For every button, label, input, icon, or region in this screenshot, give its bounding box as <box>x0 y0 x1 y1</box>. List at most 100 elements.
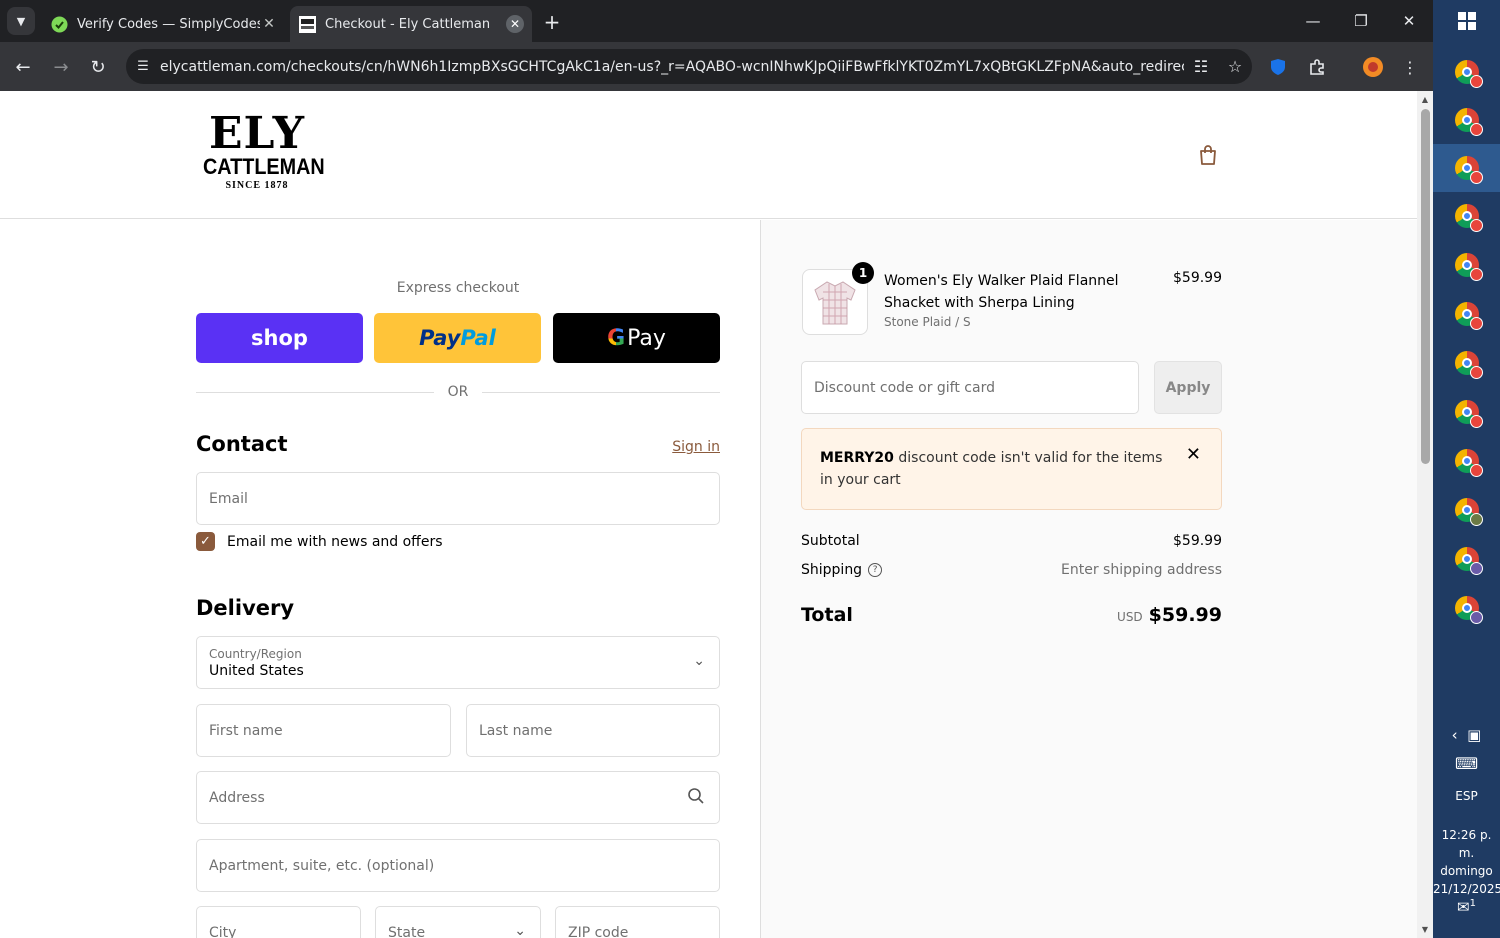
first-name-input[interactable] <box>209 722 438 739</box>
start-button[interactable] <box>1433 0 1500 42</box>
url-text[interactable]: elycattleman.com/checkouts/cn/hWN6h1Izmp… <box>160 59 1184 75</box>
apply-discount-button[interactable]: Apply <box>1154 361 1222 414</box>
or-label: OR <box>447 384 469 400</box>
express-checkout-label: Express checkout <box>396 280 520 296</box>
scroll-up-icon[interactable]: ▲ <box>1420 95 1430 104</box>
product-price: $59.99 <box>1173 270 1222 286</box>
first-name-field[interactable] <box>196 704 451 757</box>
profile-avatar-icon[interactable] <box>1360 54 1386 80</box>
chrome-icon <box>1454 596 1483 624</box>
country-select[interactable]: Country/Region United States ⌄ <box>196 636 720 689</box>
paypal-label-pal: Pal <box>460 326 496 350</box>
taskbar-chrome-9[interactable] <box>1433 437 1500 485</box>
tab-simplycodes[interactable]: Verify Codes — SimplyCodes ✕ <box>42 6 286 42</box>
shopping-bag-icon[interactable] <box>1196 143 1220 167</box>
scrollbar-thumb[interactable] <box>1421 109 1430 464</box>
tab-search-button[interactable]: ▼ <box>7 7 35 35</box>
discount-error-alert: MERRY20 discount code isn't valid for th… <box>801 428 1222 510</box>
checkout-page: ELY CATTLEMAN SINCE 1878 Express checkou… <box>0 91 1417 938</box>
city-input[interactable] <box>209 924 348 938</box>
notification-count: 1 <box>1469 898 1476 909</box>
arrow-left-icon: ← <box>15 56 31 78</box>
chevron-down-icon: ⌄ <box>693 653 705 669</box>
chrome-icon <box>1454 498 1483 526</box>
shop-pay-label: shop <box>251 326 308 350</box>
language-indicator[interactable]: ESP <box>1433 789 1500 803</box>
last-name-field[interactable] <box>466 704 720 757</box>
clock-date: 21/12/2025 <box>1433 882 1500 896</box>
tab-title: Checkout - Ely Cattleman <box>325 16 491 32</box>
newsletter-checkbox-row[interactable]: ✓ Email me with news and offers <box>196 532 443 551</box>
newsletter-checkbox[interactable]: ✓ <box>196 532 215 551</box>
zip-field[interactable] <box>555 906 720 938</box>
star-icon[interactable]: ☆ <box>1218 57 1252 76</box>
taskbar-chrome-12[interactable] <box>1433 584 1500 632</box>
apartment-field[interactable] <box>196 839 720 892</box>
ely-cattleman-logo[interactable]: ELY CATTLEMAN SINCE 1878 <box>197 112 325 193</box>
product-variant: Stone Plaid / S <box>884 315 971 329</box>
city-field[interactable] <box>196 906 361 938</box>
paypal-label-pay: Pay <box>419 326 461 350</box>
close-tab-icon[interactable]: ✕ <box>260 15 278 33</box>
address-field[interactable] <box>196 771 720 824</box>
windows-logo-icon <box>1457 12 1476 30</box>
site-header: ELY CATTLEMAN SINCE 1878 <box>0 91 1417 219</box>
back-button[interactable]: ← <box>10 54 36 80</box>
last-name-input[interactable] <box>479 722 707 739</box>
tray-chevron-icon[interactable]: ‹ ▣ <box>1433 726 1500 744</box>
close-tab-icon[interactable]: ✕ <box>506 15 524 33</box>
state-select[interactable]: State ⌄ <box>375 906 541 938</box>
system-clock[interactable]: 12:26 p. m. domingo 21/12/2025 <box>1433 826 1500 898</box>
reload-button[interactable]: ↻ <box>85 54 111 80</box>
discount-code-input[interactable] <box>814 379 1126 396</box>
taskbar-chrome-1[interactable] <box>1433 48 1500 96</box>
new-tab-button[interactable]: + <box>540 10 564 34</box>
taskbar-chrome-10[interactable] <box>1433 486 1500 534</box>
chrome-icon <box>1454 156 1483 184</box>
address-input[interactable] <box>209 789 707 806</box>
taskbar-chrome-3[interactable] <box>1433 144 1500 192</box>
tab-checkout[interactable]: Checkout - Ely Cattleman ✕ <box>290 6 532 42</box>
close-window-button[interactable]: ✕ <box>1394 8 1424 34</box>
taskbar-chrome-8[interactable] <box>1433 388 1500 436</box>
discount-code-field[interactable] <box>801 361 1139 414</box>
restore-button[interactable]: ❐ <box>1346 8 1376 34</box>
close-icon[interactable]: ✕ <box>1186 444 1201 466</box>
minimize-icon: — <box>1305 12 1321 30</box>
minimize-button[interactable]: — <box>1298 8 1328 34</box>
browser-tab-bar: ▼ Verify Codes — SimplyCodes ✕ Checkout … <box>0 0 1433 42</box>
taskbar-chrome-4[interactable] <box>1433 192 1500 240</box>
chrome-icon <box>1454 547 1483 575</box>
zip-input[interactable] <box>568 924 707 938</box>
email-input[interactable] <box>209 490 707 507</box>
total-row: Total USD $59.99 <box>801 604 1222 626</box>
shirt-icon <box>814 281 856 325</box>
scroll-down-icon[interactable]: ▼ <box>1420 925 1430 934</box>
tab-title: Verify Codes — SimplyCodes <box>77 16 260 32</box>
taskbar-chrome-6[interactable] <box>1433 290 1500 338</box>
bitwarden-shield-icon[interactable] <box>1265 54 1291 80</box>
taskbar-chrome-5[interactable] <box>1433 241 1500 289</box>
help-circle-icon[interactable]: ? <box>868 563 883 577</box>
notification-center-icon[interactable]: ✉1 <box>1433 898 1500 916</box>
shop-pay-button[interactable]: shop <box>196 313 363 363</box>
browser-menu-icon[interactable]: ⋮ <box>1397 54 1423 80</box>
address-bar[interactable]: ☰ elycattleman.com/checkouts/cn/hWN6h1Iz… <box>126 49 1252 84</box>
taskbar-chrome-2[interactable] <box>1433 96 1500 144</box>
page-scrollbar[interactable]: ▲ ▼ <box>1417 91 1433 938</box>
quantity-badge: 1 <box>852 262 874 284</box>
translate-icon[interactable]: ☷ <box>1184 57 1218 76</box>
keyboard-icon[interactable]: ⌨ <box>1433 754 1500 773</box>
taskbar-chrome-11[interactable] <box>1433 535 1500 583</box>
shipping-row: Shipping? Enter shipping address <box>801 562 1222 578</box>
google-pay-button[interactable]: G Pay <box>553 313 720 363</box>
apartment-input[interactable] <box>209 857 707 874</box>
forward-button[interactable]: → <box>48 54 74 80</box>
email-field[interactable] <box>196 472 720 525</box>
taskbar-chrome-7[interactable] <box>1433 339 1500 387</box>
paypal-button[interactable]: Pay Pal <box>374 313 541 363</box>
extensions-puzzle-icon[interactable] <box>1304 54 1330 80</box>
sign-in-link[interactable]: Sign in <box>640 439 720 455</box>
site-settings-icon[interactable]: ☰ <box>126 59 160 74</box>
subtotal-row: Subtotal $59.99 <box>801 533 1222 549</box>
